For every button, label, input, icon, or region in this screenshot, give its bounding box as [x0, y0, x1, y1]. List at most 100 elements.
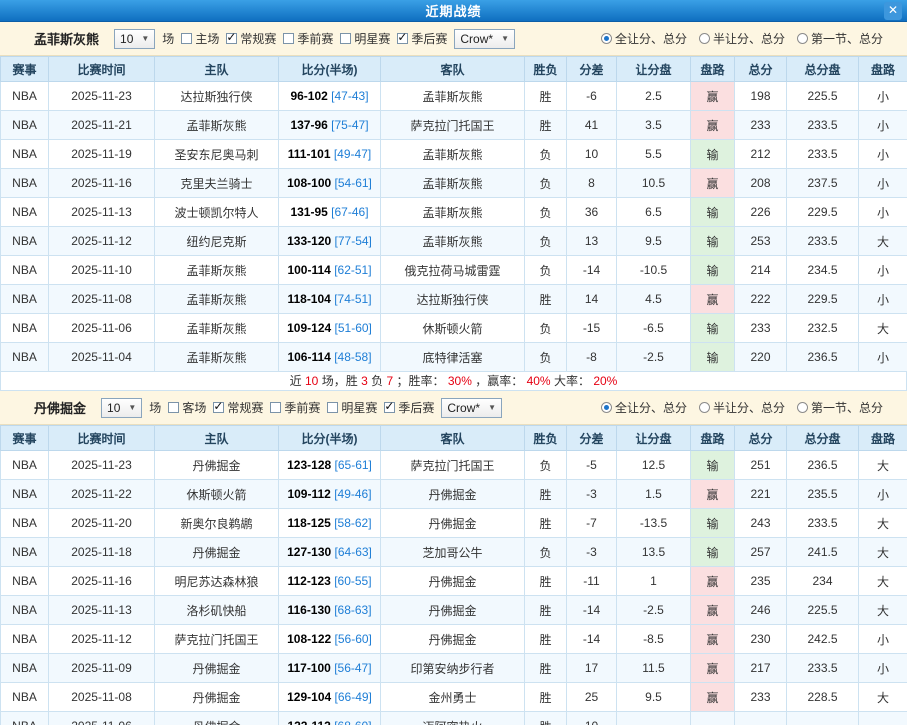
checkbox-box-icon[interactable] — [213, 402, 224, 413]
filter-checkbox[interactable]: 客场 — [168, 399, 206, 416]
score-halftime: [49-47] — [334, 147, 371, 161]
games-count-select[interactable]: 10 ▼ — [114, 29, 155, 49]
cell-over-under: 小 — [859, 343, 907, 372]
filter-checkbox[interactable]: 常规赛 — [213, 399, 263, 416]
game-row: NBA 2025-11-13 洛杉矶快船 116-130 [68-63] 丹佛掘… — [1, 596, 907, 625]
checkbox-box-icon[interactable] — [181, 33, 192, 44]
checkbox-box-icon[interactable] — [226, 33, 237, 44]
filter-checkbox[interactable]: 明星赛 — [327, 399, 377, 416]
radio-group: 全让分、总分 半让分、总分 第一节、总分 — [601, 30, 883, 47]
summary-segment: 大率： — [554, 374, 590, 388]
filter-checkbox[interactable]: 季后赛 — [397, 30, 447, 47]
filter-radio[interactable]: 全让分、总分 — [601, 30, 687, 47]
cell-away-team: 底特律活塞 — [381, 343, 525, 372]
checkbox-box-icon[interactable] — [397, 33, 408, 44]
score-final: 127-130 — [287, 545, 331, 559]
cell-point-diff: -3 — [567, 480, 617, 509]
filter-checkbox[interactable]: 常规赛 — [226, 30, 276, 47]
bookmaker-select[interactable]: Crow* ▼ — [454, 29, 515, 49]
radio-circle-icon[interactable] — [601, 402, 612, 413]
games-count-select[interactable]: 10 ▼ — [101, 398, 142, 418]
cell-total-points: 230 — [735, 625, 787, 654]
score-final: 123-128 — [287, 458, 331, 472]
cell-handicap-result: 赢 — [691, 567, 735, 596]
cell-score: 108-122 [56-60] — [279, 625, 381, 654]
cell-score: 129-104 [66-49] — [279, 683, 381, 712]
cell-match-date: 2025-11-21 — [49, 111, 155, 140]
cell-handicap-line: 9.5 — [617, 683, 691, 712]
window-title: 近期战绩 — [0, 1, 907, 20]
cell-total-points: 226 — [735, 198, 787, 227]
radio-circle-icon[interactable] — [699, 402, 710, 413]
cell-score: 111-101 [49-47] — [279, 140, 381, 169]
cell-match-date: 2025-11-08 — [49, 683, 155, 712]
cell-total-points: 198 — [735, 82, 787, 111]
checkbox-box-icon[interactable] — [340, 33, 351, 44]
filter-checkbox[interactable]: 季前赛 — [270, 399, 320, 416]
filter-bar-nuggets: 丹佛掘金 10 ▼ 场 客场 常规赛 季前赛 明星赛 季后赛 Crow* ▼ — [0, 391, 907, 425]
cell-handicap-line: -10.5 — [617, 256, 691, 285]
cell-handicap-line: 2.5 — [617, 82, 691, 111]
filter-checkbox[interactable]: 季前赛 — [283, 30, 333, 47]
game-row: NBA 2025-11-12 萨克拉门托国王 108-122 [56-60] 丹… — [1, 625, 907, 654]
radio-circle-icon[interactable] — [797, 33, 808, 44]
filter-radio[interactable]: 半让分、总分 — [699, 30, 785, 47]
col-handicap-result: 盘路 — [691, 426, 735, 451]
cell-home-team: 孟菲斯灰熊 — [155, 256, 279, 285]
cell-match-date: 2025-11-23 — [49, 82, 155, 111]
filter-radio[interactable]: 全让分、总分 — [601, 399, 687, 416]
cell-point-diff: -14 — [567, 625, 617, 654]
filter-checkbox[interactable]: 主场 — [181, 30, 219, 47]
filter-radio[interactable]: 第一节、总分 — [797, 30, 883, 47]
cell-total-line: 234 — [787, 567, 859, 596]
recent-results-window: 近期战绩 ✕ 孟菲斯灰熊 10 ▼ 场 主场 常规赛 季前赛 明星赛 季后赛 — [0, 0, 907, 725]
radio-circle-icon[interactable] — [699, 33, 710, 44]
checkbox-box-icon[interactable] — [327, 402, 338, 413]
cell-handicap-result: 输 — [691, 538, 735, 567]
cell-total-points: 251 — [735, 451, 787, 480]
cell-over-under: 小 — [859, 654, 907, 683]
filter-checkbox[interactable]: 季后赛 — [384, 399, 434, 416]
cell-total-points: 257 — [735, 538, 787, 567]
cell-home-team: 圣安东尼奥马刺 — [155, 140, 279, 169]
radio-circle-icon[interactable] — [601, 33, 612, 44]
cell-home-team: 洛杉矶快船 — [155, 596, 279, 625]
col-ou-result: 盘路 — [859, 57, 907, 82]
cell-match-date: 2025-11-06 — [49, 314, 155, 343]
cell-handicap-result: 输 — [691, 198, 735, 227]
cell-match-date: 2025-11-16 — [49, 567, 155, 596]
cell-league: NBA — [1, 538, 49, 567]
col-point-diff: 分差 — [567, 426, 617, 451]
cell-league: NBA — [1, 596, 49, 625]
cell-handicap-result: 输 — [691, 509, 735, 538]
cell-over-under: 小 — [859, 256, 907, 285]
radio-label: 全让分、总分 — [615, 30, 687, 47]
cell-total-line: 233.5 — [787, 227, 859, 256]
cell-away-team: 丹佛掘金 — [381, 596, 525, 625]
score-halftime: [77-54] — [335, 234, 372, 248]
close-icon[interactable]: ✕ — [884, 2, 902, 20]
radio-circle-icon[interactable] — [797, 402, 808, 413]
checkbox-box-icon[interactable] — [283, 33, 294, 44]
checkbox-box-icon[interactable] — [270, 402, 281, 413]
score-halftime: [66-49] — [335, 690, 372, 704]
filter-checkbox[interactable]: 明星赛 — [340, 30, 390, 47]
cell-total-points: 235 — [735, 567, 787, 596]
checkbox-box-icon[interactable] — [168, 402, 179, 413]
bookmaker-select[interactable]: Crow* ▼ — [441, 398, 502, 418]
filter-radio[interactable]: 半让分、总分 — [699, 399, 785, 416]
cell-home-team: 孟菲斯灰熊 — [155, 111, 279, 140]
checkbox-label: 常规赛 — [240, 30, 276, 47]
filter-radio[interactable]: 第一节、总分 — [797, 399, 883, 416]
cell-away-team: 萨克拉门托国王 — [381, 451, 525, 480]
checkbox-label: 季后赛 — [411, 30, 447, 47]
cell-point-diff: -14 — [567, 596, 617, 625]
score-final: 117-100 — [287, 661, 330, 675]
cell-league: NBA — [1, 169, 49, 198]
checkbox-box-icon[interactable] — [384, 402, 395, 413]
cell-win-loss: 负 — [525, 314, 567, 343]
cell-point-diff: -7 — [567, 509, 617, 538]
cell-league: NBA — [1, 567, 49, 596]
filter-bar-grizzlies: 孟菲斯灰熊 10 ▼ 场 主场 常规赛 季前赛 明星赛 季后赛 Crow* ▼ — [0, 22, 907, 56]
cell-total-points: 208 — [735, 169, 787, 198]
